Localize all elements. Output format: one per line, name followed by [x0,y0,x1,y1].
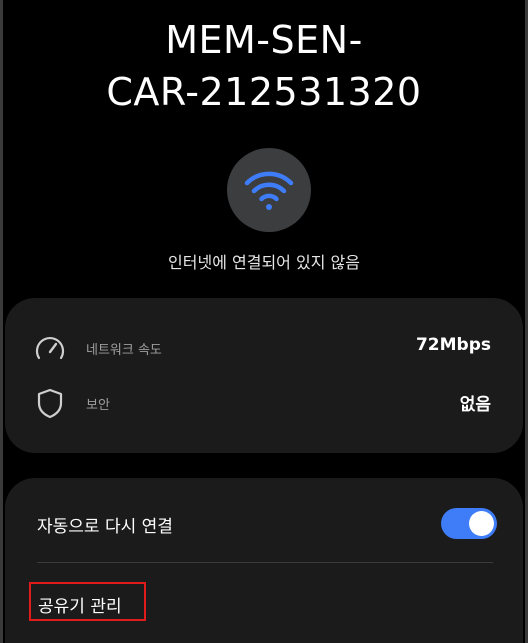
security-value: 없음 [459,395,491,415]
manage-router-label: 공유기 관리 [38,597,122,617]
auto-reconnect-row[interactable]: 자동으로 다시 연결 [5,500,523,546]
network-details-card: 네트워크 속도 72Mbps 보안 없음 [5,298,523,453]
network-speed-value: 72Mbps [415,335,491,355]
network-speed-row: 네트워크 속도 72Mbps [5,328,523,368]
wifi-status-badge [227,148,311,232]
connection-status: 인터넷에 연결되어 있지 않음 [168,253,360,272]
security-label: 보안 [86,398,110,413]
manage-router-button[interactable]: 공유기 관리 [29,582,146,621]
network-speed-label: 네트워크 속도 [86,343,162,358]
security-row: 보안 없음 [5,383,523,423]
network-settings-card: 자동으로 다시 연결 공유기 관리 [5,478,523,643]
auto-reconnect-toggle[interactable] [441,508,497,539]
toggle-knob [469,511,494,536]
speedometer-icon [35,337,65,360]
shield-icon [37,388,63,419]
network-name: MEM-SEN- CAR-212531320 [106,18,422,114]
wifi-icon [244,171,294,210]
auto-reconnect-label: 자동으로 다시 연결 [37,517,173,537]
divider [37,562,493,563]
